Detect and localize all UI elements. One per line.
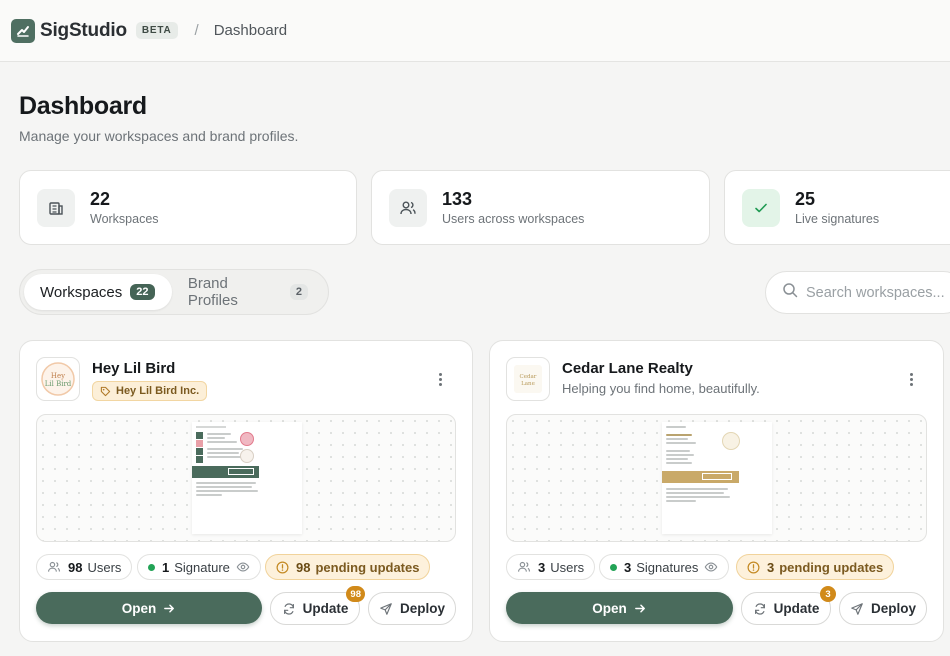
tab-label: Workspaces (40, 283, 123, 301)
signature-preview-sheet (662, 422, 772, 534)
pending-count: 3 (767, 559, 775, 575)
pending-label: pending updates (315, 559, 420, 575)
breadcrumb-separator: / (194, 22, 199, 39)
arrow-right-icon (634, 602, 647, 615)
tab-switcher: Workspaces 22 Brand Profiles 2 (19, 269, 329, 315)
live-status-dot (610, 563, 617, 571)
signature-preview-sheet (192, 422, 302, 534)
workspace-card-hey-lil-bird[interactable]: Hey Lil Bird Hey Lil Bird Hey Lil Bird In… (19, 340, 473, 642)
users-count: 3 (538, 559, 546, 575)
beta-badge: BETA (135, 22, 178, 39)
page-subtitle: Manage your workspaces and brand profile… (19, 128, 299, 144)
stat-card-workspaces: 22 Workspaces (19, 170, 357, 245)
stat-label: Users across workspaces (442, 212, 585, 226)
refresh-icon (282, 602, 296, 616)
search-icon (782, 282, 798, 303)
svg-text:Lane: Lane (521, 381, 535, 387)
users-icon (517, 560, 531, 574)
update-button[interactable]: Update 98 (270, 586, 365, 625)
stat-value: 133 (442, 189, 473, 209)
open-label: Open (592, 600, 627, 616)
signatures-chip[interactable]: 1 Signature (137, 554, 261, 580)
stat-value: 22 (90, 189, 111, 209)
open-button[interactable]: Open (36, 592, 262, 624)
users-label: Users (550, 559, 585, 575)
eye-icon (704, 560, 718, 574)
users-icon (389, 188, 427, 227)
check-icon (742, 188, 780, 227)
brand-profile-tag[interactable]: Hey Lil Bird Inc. (92, 381, 208, 401)
alert-icon (276, 561, 289, 574)
building-icon (37, 188, 75, 227)
update-count-badge: 98 (346, 586, 365, 602)
signatures-label: Signatures (636, 559, 699, 575)
users-chip[interactable]: 3 Users (506, 554, 596, 580)
stat-card-users: 133 Users across workspaces (371, 170, 710, 245)
stat-label: Workspaces (90, 212, 159, 226)
tag-icon (100, 386, 111, 397)
search-input[interactable] (806, 284, 950, 301)
tab-count: 22 (130, 284, 155, 300)
signature-preview[interactable] (36, 414, 456, 542)
pending-count: 98 (296, 559, 311, 575)
signatures-label: Signature (174, 559, 230, 575)
workspace-name: Hey Lil Bird (92, 360, 176, 377)
signatures-count: 1 (162, 559, 170, 575)
breadcrumb-dashboard: Dashboard (213, 22, 288, 39)
alert-icon (747, 561, 760, 574)
top-bar: SigStudio BETA / Dashboard (0, 0, 950, 62)
brand-name[interactable]: SigStudio (40, 20, 127, 42)
svg-text:Cedar: Cedar (520, 374, 537, 380)
tab-label: Brand Profiles (187, 275, 238, 309)
eye-icon (236, 560, 250, 574)
tab-brand-profiles[interactable]: Brand Profiles 2 (172, 274, 324, 310)
deploy-button[interactable]: Deploy (839, 592, 927, 625)
svg-text:Lil Bird: Lil Bird (45, 380, 72, 388)
tab-workspaces[interactable]: Workspaces 22 (24, 274, 172, 310)
sigstudio-logo-icon[interactable] (11, 18, 35, 43)
deploy-label: Deploy (399, 601, 445, 616)
signatures-count: 3 (624, 559, 632, 575)
workspace-logo: Hey Lil Bird (36, 357, 80, 401)
users-chip[interactable]: 98 Users (36, 554, 133, 580)
signatures-chip[interactable]: 3 Signatures (599, 554, 730, 580)
more-options-icon[interactable] (903, 371, 919, 387)
open-label: Open (121, 600, 157, 616)
pending-updates-chip[interactable]: 3 pending updates (736, 554, 895, 580)
more-options-icon[interactable] (432, 371, 448, 387)
pending-label: pending updates (779, 559, 884, 575)
arrow-right-icon (163, 602, 176, 615)
deploy-label: Deploy (870, 601, 916, 616)
brand-profile-label: Hey Lil Bird Inc. (116, 385, 200, 397)
send-icon (379, 602, 393, 616)
update-button[interactable]: Update 3 (741, 586, 836, 625)
deploy-button[interactable]: Deploy (368, 592, 456, 625)
live-status-dot (148, 563, 155, 571)
pending-updates-chip[interactable]: 98 pending updates (265, 554, 431, 580)
stat-value: 25 (795, 189, 816, 209)
search-box (765, 271, 950, 314)
update-count-badge: 3 (820, 586, 836, 602)
page-title: Dashboard (19, 92, 147, 120)
send-icon (850, 602, 864, 616)
workspace-logo: Cedar Lane (506, 357, 550, 401)
stat-label: Live signatures (795, 212, 880, 226)
tab-count: 2 (289, 284, 308, 300)
workspace-card-cedar-lane-realty[interactable]: Cedar Lane Cedar Lane Realty Helping you … (489, 340, 944, 642)
workspace-tagline: Helping you find home, beautifully. (562, 381, 760, 396)
open-button[interactable]: Open (506, 592, 733, 624)
svg-text:Hey: Hey (51, 372, 65, 380)
stat-card-live-signatures: 25 Live signatures (724, 170, 950, 245)
users-icon (47, 560, 61, 574)
update-label: Update (773, 601, 820, 616)
users-count: 98 (68, 559, 83, 575)
refresh-icon (753, 602, 767, 616)
users-label: Users (87, 559, 122, 575)
workspace-name: Cedar Lane Realty (562, 360, 693, 377)
update-label: Update (302, 601, 349, 616)
signature-preview[interactable] (506, 414, 927, 542)
